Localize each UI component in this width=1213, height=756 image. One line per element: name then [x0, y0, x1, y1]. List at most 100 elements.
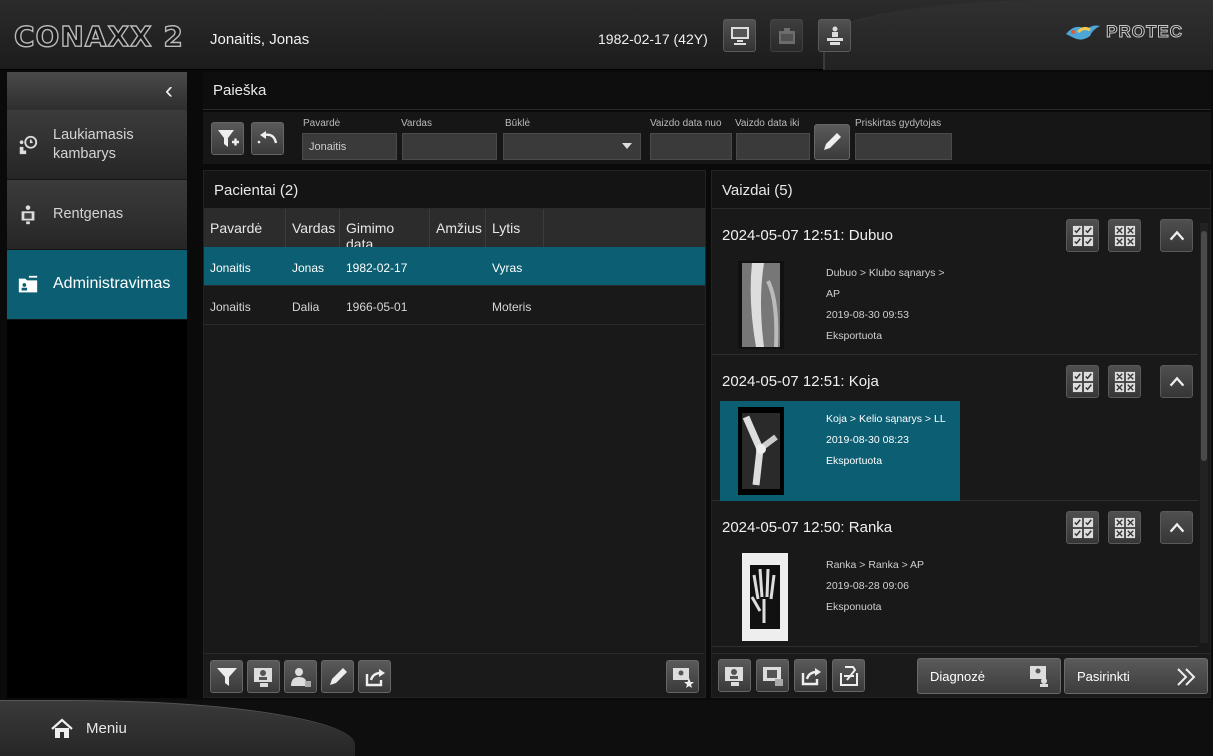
favorite-patient-button[interactable] [666, 660, 699, 693]
image-group-title: 2024-05-07 12:50: Ranka [722, 519, 893, 536]
image-card[interactable]: Koja > Kelio sąnarys > LL 2019-08-30 08:… [720, 401, 960, 501]
surname-field[interactable]: Jonaitis [302, 133, 397, 160]
images-panel: Vaizdai (5) 2024-05-07 12:51: Dubuo Dubu… [711, 170, 1211, 698]
xray-station-button[interactable] [818, 19, 851, 52]
menu-button[interactable]: Meniu [0, 700, 355, 756]
xray-thumbnail[interactable] [738, 261, 784, 349]
filter-button[interactable] [210, 660, 243, 693]
protec-bird-icon [1066, 25, 1101, 40]
cell-sex: Moteris [492, 300, 532, 314]
column-header[interactable]: Pavardė [204, 209, 286, 247]
patient-dob: 1982-02-17 (42Y) [598, 31, 708, 47]
date-to-field[interactable] [736, 133, 810, 160]
patient-card-icon [724, 666, 743, 686]
xray-thumbnail[interactable] [738, 407, 784, 495]
sidebar-item-label: Laukiamasis kambarys [53, 126, 134, 162]
column-header[interactable]: Gimimo data [340, 209, 430, 252]
cell-name: Dalia [292, 300, 320, 314]
diagnose-icon [1030, 666, 1048, 687]
image-card[interactable]: Dubuo > Klubo sąnarys > AP 2019-08-30 09… [720, 255, 960, 355]
import-image-button[interactable] [832, 659, 865, 692]
image-status: Eksponuota [826, 601, 882, 613]
cassette-button[interactable] [770, 19, 803, 52]
image-datetime: 2019-08-30 08:23 [826, 434, 909, 446]
export-icon [801, 667, 821, 685]
image-path: Ranka > Ranka > AP [826, 559, 925, 571]
images-scrollbar[interactable] [1200, 223, 1208, 643]
delete-image-button[interactable] [756, 659, 789, 692]
sidebar-item-administration[interactable]: Administravimas [7, 250, 187, 320]
patient-images-button[interactable] [718, 659, 751, 692]
name-field[interactable] [402, 133, 497, 160]
image-metadata: Koja > Kelio sąnarys > LL 2019-08-30 08:… [826, 409, 946, 472]
add-filter-button[interactable] [211, 122, 244, 155]
workstation-button[interactable] [723, 19, 756, 52]
brand-logo: PROTEC [1064, 20, 1183, 44]
status-dropdown[interactable] [503, 133, 641, 160]
image-group[interactable]: 2024-05-07 12:51: Dubuo Dubuo > Klubo są… [712, 211, 1198, 355]
sidebar-item-xray[interactable]: Rentgenas [7, 180, 187, 250]
app-logo: CONAXX 2 [13, 19, 184, 53]
column-header[interactable]: Vardas [286, 209, 340, 247]
doctor-label: Priskirtas gydytojas [855, 118, 942, 129]
date-to-label: Vaizdo data iki [735, 118, 800, 129]
collapse-group-button[interactable] [1160, 365, 1193, 398]
chevron-up-icon [1169, 522, 1184, 532]
image-metadata: Dubuo > Klubo sąnarys > AP 2019-08-30 09… [826, 263, 960, 347]
image-datetime: 2019-08-28 09:06 [826, 580, 909, 592]
pencil-icon [329, 667, 347, 685]
column-header[interactable]: Lytis [486, 209, 544, 247]
deselect-all-button[interactable] [1108, 219, 1141, 252]
pencil-icon [824, 133, 841, 150]
date-from-field[interactable] [650, 133, 732, 160]
image-path: Dubuo > Klubo sąnarys > AP [826, 267, 945, 300]
deselect-all-button[interactable] [1108, 511, 1141, 544]
doctor-field[interactable] [855, 133, 952, 160]
cell-dob: 1966-05-01 [346, 300, 408, 314]
sidebar-item-waiting-room[interactable]: Laukiamasis kambarys [7, 110, 187, 180]
sidebar-item-label: Administravimas [53, 275, 171, 293]
monitor-icon [730, 26, 749, 45]
table-row[interactable]: Jonaitis Jonas 1982-02-17 Vyras [204, 247, 705, 286]
check-grid-icon [1072, 517, 1093, 538]
xray-thumbnail[interactable] [732, 553, 798, 641]
delete-patient-button[interactable] [284, 660, 317, 693]
cell-surname: Jonaitis [210, 261, 251, 275]
column-header[interactable]: Amžius [430, 209, 486, 247]
collapse-sidebar-button[interactable]: ‹ [7, 72, 187, 110]
patients-title: Pacientai (2) [204, 171, 705, 209]
image-card[interactable]: Ranka > Ranka > AP 2019-08-28 09:06 Eksp… [720, 547, 960, 647]
image-group[interactable]: 2024-05-07 12:51: Koja Koja > Kelio sąna… [712, 357, 1198, 501]
undo-icon [257, 130, 277, 143]
diagnose-label: Diagnozė [930, 668, 985, 684]
edit-patient-button[interactable] [321, 660, 354, 693]
deselect-all-button[interactable] [1108, 365, 1141, 398]
cassette-icon [778, 27, 795, 44]
select-all-button[interactable] [1066, 219, 1099, 252]
scrollbar-thumb[interactable] [1201, 231, 1207, 461]
register-patient-button[interactable] [247, 660, 280, 693]
cell-surname: Jonaitis [210, 300, 251, 314]
diagnose-button[interactable]: Diagnozė [917, 658, 1061, 694]
select-all-button[interactable] [1066, 365, 1099, 398]
patients-table-header: Pavardė Vardas Gimimo data Amžius Lytis [204, 209, 705, 252]
table-row[interactable]: Jonaitis Dalia 1966-05-01 Moteris [204, 286, 705, 325]
image-path: Koja > Kelio sąnarys > LL [826, 413, 946, 425]
edit-date-button[interactable] [814, 124, 850, 160]
sidebar-item-label: Rentgenas [53, 206, 124, 223]
export-image-button[interactable] [794, 659, 827, 692]
select-button[interactable]: Pasirinkti [1064, 658, 1208, 694]
reset-filter-button[interactable] [251, 122, 284, 155]
surname-label: Pavardė [303, 118, 341, 129]
chevron-left-icon: ‹ [165, 77, 173, 104]
cell-dob: 1982-02-17 [346, 261, 408, 275]
image-group[interactable]: 2024-05-07 12:50: Ranka Ranka > Ranka > … [712, 503, 1198, 647]
name-label: Vardas [401, 118, 432, 129]
cross-grid-icon [1114, 225, 1135, 246]
collapse-group-button[interactable] [1160, 511, 1193, 544]
export-patient-button[interactable] [358, 660, 391, 693]
select-all-button[interactable] [1066, 511, 1099, 544]
user-delete-icon [290, 667, 311, 687]
collapse-group-button[interactable] [1160, 219, 1193, 252]
image-status: Eksportuota [826, 455, 883, 467]
